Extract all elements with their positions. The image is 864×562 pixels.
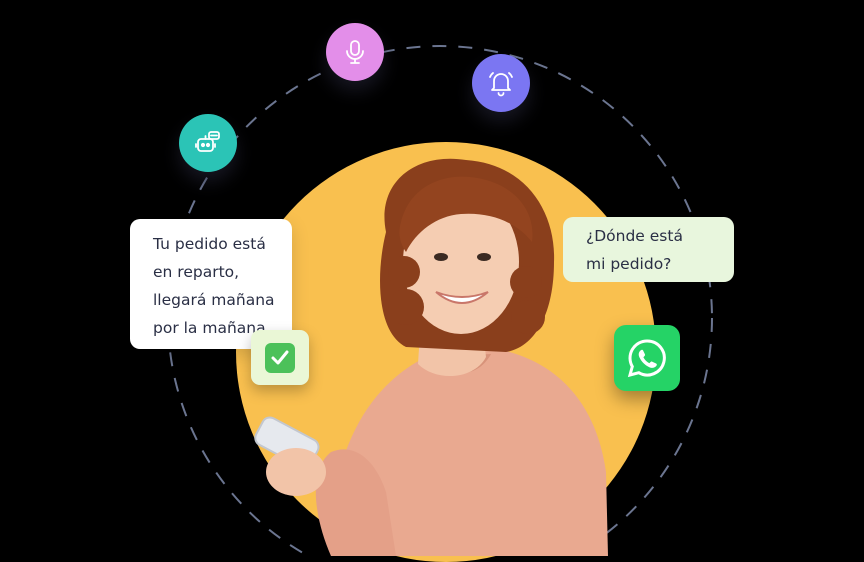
bell-icon <box>472 54 530 112</box>
reply-line: en reparto, <box>153 263 240 281</box>
microphone-icon <box>326 23 384 81</box>
question-line: ¿Dónde está <box>586 227 683 245</box>
chat-illustration: Tu pedido está en reparto, llegará mañan… <box>0 0 864 562</box>
chatbot-icon <box>179 114 237 172</box>
check-badge <box>251 330 309 385</box>
whatsapp-icon <box>614 325 680 391</box>
check-mark-icon <box>265 342 295 373</box>
reply-line: llegará mañana <box>153 291 275 309</box>
reply-line: Tu pedido está <box>153 235 266 253</box>
question-line: mi pedido? <box>586 255 672 273</box>
question-chat-bubble: ¿Dónde está mi pedido? <box>563 217 734 282</box>
